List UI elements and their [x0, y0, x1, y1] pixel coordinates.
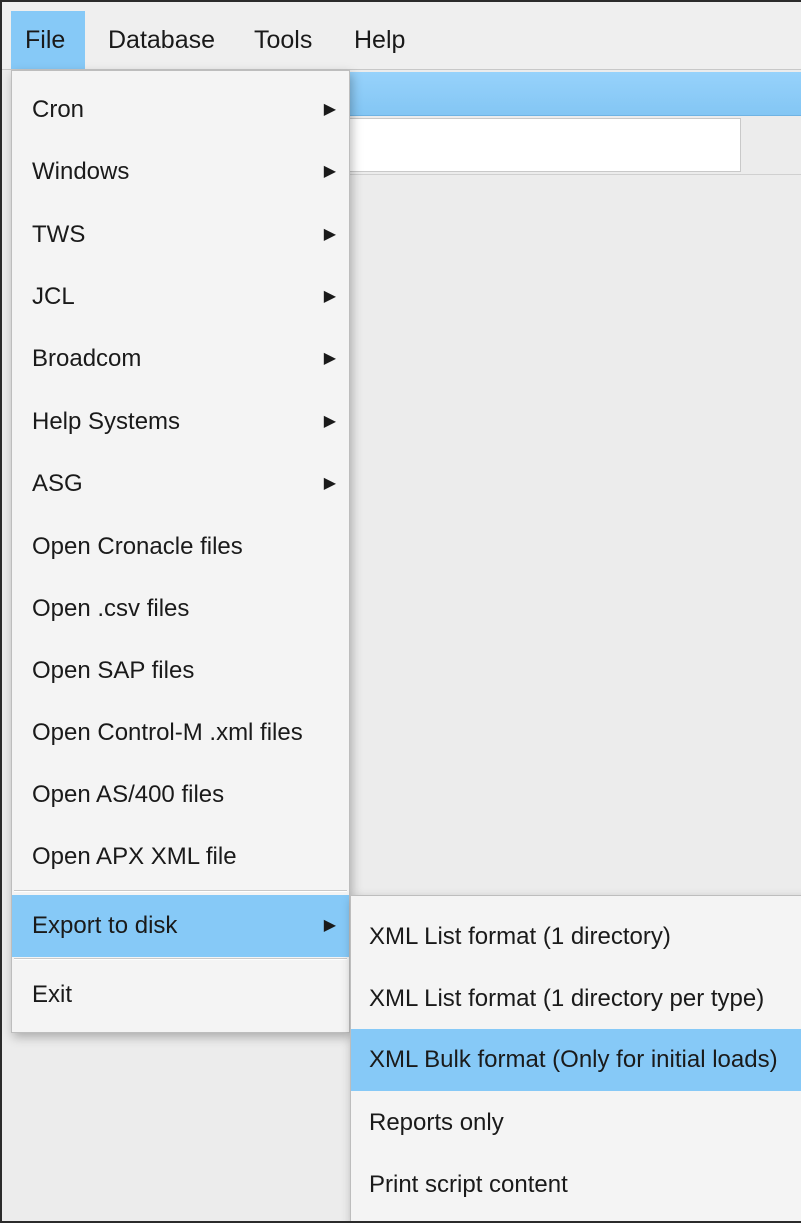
submenu-item-label: Print script content: [369, 1171, 568, 1198]
menu-separator: [14, 890, 347, 892]
menu-item-label: TWS: [32, 221, 86, 248]
text-field[interactable]: [342, 118, 741, 172]
chevron-right-icon: ▶: [323, 288, 336, 305]
menu-item-label: Windows: [32, 158, 130, 185]
file-menu: Cron ▶ Windows ▶ TWS ▶ JCL ▶ Broadcom ▶ …: [11, 70, 350, 1033]
menu-item-tws[interactable]: TWS ▶: [12, 204, 349, 266]
submenu-item-label: Reports only: [369, 1109, 504, 1136]
menu-separator: [14, 958, 347, 960]
menu-item-broadcom[interactable]: Broadcom ▶: [12, 328, 349, 390]
menu-item-label: Open AS/400 files: [32, 781, 225, 808]
menu-item-label: Cron: [32, 96, 85, 123]
submenu-item-label: XML List format (1 directory): [369, 923, 671, 950]
chevron-right-icon: ▶: [323, 475, 336, 492]
menu-item-cron[interactable]: Cron ▶: [12, 79, 349, 141]
menu-bar: File Database Tools Help: [2, 2, 801, 70]
chevron-right-icon: ▶: [323, 163, 336, 180]
submenu-item-label: XML List format (1 directory per type): [369, 985, 765, 1012]
menu-item-jcl[interactable]: JCL ▶: [12, 266, 349, 328]
menu-item-label: ASG: [32, 470, 83, 497]
menu-item-label: Open Cronacle files: [32, 533, 243, 560]
submenu-item-xml-list[interactable]: XML List format (1 directory): [351, 906, 801, 968]
menu-item-label: Open SAP files: [32, 657, 195, 684]
menu-item-label: JCL: [32, 283, 75, 310]
menu-item-label: Exit: [32, 981, 73, 1008]
menu-item-label: Broadcom: [32, 345, 142, 372]
menu-file[interactable]: File: [11, 11, 85, 69]
menu-item-label: Open APX XML file: [32, 843, 237, 870]
menu-item-windows[interactable]: Windows ▶: [12, 141, 349, 203]
chevron-right-icon: ▶: [323, 917, 336, 934]
app-window: File Database Tools Help Cron ▶ Windows …: [0, 0, 801, 1223]
submenu-item-print-script[interactable]: Print script content: [351, 1154, 801, 1216]
menu-item-help-systems[interactable]: Help Systems ▶: [12, 391, 349, 453]
menu-item-open-as400[interactable]: Open AS/400 files: [12, 764, 349, 826]
menu-item-open-apx-xml[interactable]: Open APX XML file: [12, 826, 349, 888]
menu-tools[interactable]: Tools: [240, 11, 326, 69]
chevron-right-icon: ▶: [323, 226, 336, 243]
toolbar-strip: [342, 72, 801, 116]
menu-item-open-control-m[interactable]: Open Control-M .xml files: [12, 702, 349, 764]
export-submenu: XML List format (1 directory) XML List f…: [350, 895, 801, 1221]
chevron-right-icon: ▶: [323, 350, 336, 367]
menu-item-label: Export to disk: [32, 912, 178, 939]
menu-help[interactable]: Help: [340, 11, 419, 69]
menu-item-exit[interactable]: Exit: [12, 964, 349, 1026]
menu-item-export-to-disk[interactable]: Export to disk ▶: [12, 895, 349, 957]
submenu-item-reports-only[interactable]: Reports only: [351, 1092, 801, 1154]
chevron-right-icon: ▶: [323, 413, 336, 430]
submenu-item-xml-list-per-type[interactable]: XML List format (1 directory per type): [351, 968, 801, 1030]
menu-item-label: Open .csv files: [32, 595, 190, 622]
menu-item-label: Open Control-M .xml files: [32, 719, 303, 746]
divider: [342, 174, 801, 175]
submenu-item-xml-bulk[interactable]: XML Bulk format (Only for initial loads): [351, 1029, 801, 1091]
menu-item-asg[interactable]: ASG ▶: [12, 453, 349, 515]
chevron-right-icon: ▶: [323, 101, 336, 118]
menu-item-open-sap[interactable]: Open SAP files: [12, 640, 349, 702]
submenu-item-label: XML Bulk format (Only for initial loads): [369, 1046, 778, 1073]
menu-database[interactable]: Database: [94, 11, 229, 69]
menu-item-label: Help Systems: [32, 408, 181, 435]
menu-item-open-cronacle[interactable]: Open Cronacle files: [12, 516, 349, 578]
menu-item-open-csv[interactable]: Open .csv files: [12, 578, 349, 640]
